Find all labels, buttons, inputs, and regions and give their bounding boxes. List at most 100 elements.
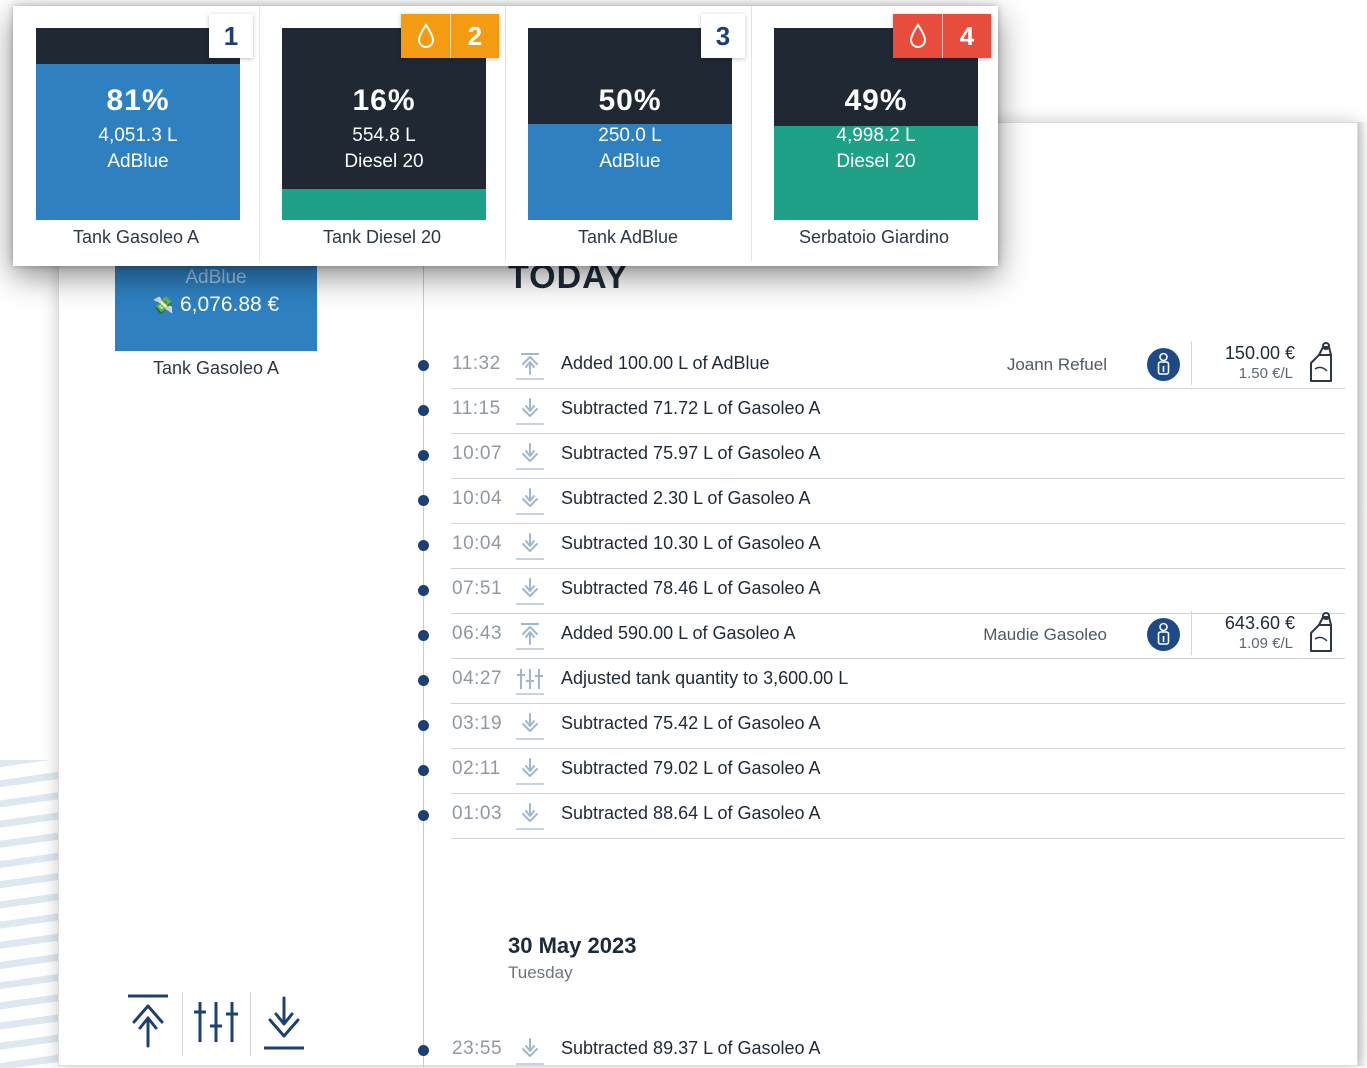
- tank-alert-badge: 2: [401, 14, 499, 58]
- money-icon: 💸: [152, 296, 174, 315]
- timeline-dot: [418, 1045, 429, 1056]
- entry-divider-line: [451, 658, 1345, 659]
- tank-card[interactable]: 81% 4,051.3 L AdBlue Tank Gasoleo A 1: [13, 6, 259, 266]
- tank-name: Tank Diesel 20: [322, 227, 442, 247]
- subtract-icon: [516, 485, 544, 515]
- user-icon[interactable]: [1147, 618, 1180, 651]
- tank-number-badge: 3: [701, 14, 745, 58]
- entry-divider: [1191, 341, 1192, 385]
- timeline-dot: [418, 675, 429, 686]
- tank-volume: 4,998.2 L: [836, 125, 916, 146]
- entry-divider-line: [451, 433, 1345, 434]
- tank-number: 1: [223, 21, 239, 51]
- tank-number: 4: [959, 21, 975, 51]
- adjust-button[interactable]: [192, 992, 240, 1059]
- card-divider: [505, 6, 506, 261]
- toolbar-divider: [182, 992, 183, 1056]
- entry-description: Added 590.00 L of Gasoleo A: [561, 623, 796, 643]
- tank-number: 3: [715, 21, 731, 51]
- tank-fuel: Diesel 20: [344, 151, 424, 172]
- timeline-entry[interactable]: 10:04 Subtracted 10.30 L of Gasoleo A: [415, 525, 1345, 569]
- entry-time: 01:03: [452, 803, 503, 824]
- entry-divider-line: [451, 748, 1345, 749]
- add-icon: [516, 620, 544, 650]
- timeline-dot: [418, 495, 429, 506]
- tank-number-badge: 1: [209, 14, 253, 58]
- entry-time: 07:51: [452, 578, 503, 599]
- entry-description: Subtracted 88.64 L of Gasoleo A: [561, 803, 821, 823]
- entry-description: Subtracted 71.72 L of Gasoleo A: [561, 398, 821, 418]
- entry-time: 10:04: [452, 488, 503, 509]
- entry-divider-line: [451, 838, 1345, 839]
- add-button[interactable]: [126, 992, 170, 1059]
- timeline-entry[interactable]: 03:19 Subtracted 75.42 L of Gasoleo A: [415, 705, 1345, 749]
- entry-divider: [1191, 611, 1192, 655]
- entry-time: 11:15: [452, 398, 501, 419]
- tank-percent: 50%: [598, 84, 662, 117]
- selected-tank-value-text: 6,076.88 €: [179, 293, 280, 316]
- timeline-dot: [418, 585, 429, 596]
- entry-description: Subtracted 78.46 L of Gasoleo A: [561, 578, 821, 598]
- card-divider: [259, 6, 260, 261]
- entry-time: 10:04: [452, 533, 503, 554]
- tank-card[interactable]: 16% 554.8 L Diesel 20 Tank Diesel 20 2: [259, 6, 505, 266]
- selected-tank-value: 💸 6,076.88 €: [115, 293, 317, 317]
- tank-name: Tank Gasoleo A: [72, 227, 200, 247]
- tank-card[interactable]: 50% 250.0 L AdBlue Tank AdBlue 3: [505, 6, 751, 266]
- tank-percent: 81%: [106, 84, 170, 117]
- entry-price: 643.60 €: [1224, 613, 1295, 633]
- tank-fuel: Diesel 20: [836, 151, 916, 172]
- timeline-entry[interactable]: 23:55 Subtracted 89.37 L of Gasoleo A: [415, 1030, 1345, 1068]
- tank-fuel: AdBlue: [107, 151, 169, 172]
- subtract-icon: [516, 755, 544, 785]
- subtract-icon: [516, 575, 544, 605]
- timeline-dot: [418, 405, 429, 416]
- entry-time: 03:19: [452, 713, 503, 734]
- timeline-entry[interactable]: 02:11 Subtracted 79.02 L of Gasoleo A: [415, 750, 1345, 794]
- fuel-pump-icon: [1305, 341, 1337, 388]
- subtract-icon: [516, 395, 544, 425]
- user-icon[interactable]: [1147, 348, 1180, 381]
- timeline-entry[interactable]: 01:03 Subtracted 88.64 L of Gasoleo A: [415, 795, 1345, 839]
- tank-fuel: AdBlue: [599, 151, 661, 172]
- entry-user: Joann Refuel: [1006, 355, 1107, 374]
- timeline-dot: [418, 360, 429, 371]
- entry-time: 10:07: [452, 443, 503, 464]
- card-divider: [751, 6, 752, 261]
- action-toolbar: [122, 992, 312, 1058]
- tank-card[interactable]: 49% 4,998.2 L Diesel 20 Serbatoio Giardino 4: [751, 6, 997, 266]
- timeline-entry[interactable]: 10:04 Subtracted 2.30 L of Gasoleo A: [415, 480, 1345, 524]
- timeline-entry[interactable]: 10:07 Subtracted 75.97 L of Gasoleo A: [415, 435, 1345, 479]
- entry-divider-line: [451, 613, 1345, 614]
- selected-tank-gauge[interactable]: AdBlue 💸 6,076.88 €: [115, 258, 317, 351]
- entry-price-per-liter: 1.50 €/L: [1238, 365, 1293, 382]
- tank-percent: 16%: [352, 84, 416, 117]
- subtract-icon: [516, 1035, 544, 1065]
- timeline-entry[interactable]: 04:27 Adjusted tank quantity to 3,600.00 …: [415, 660, 1345, 704]
- timeline-entry[interactable]: 11:32 Added 100.00 L of AdBlue Joann Refue…: [415, 341, 1345, 389]
- timeline-entry[interactable]: 07:51 Subtracted 78.46 L of Gasoleo A: [415, 570, 1345, 614]
- previous-date-heading: 30 May 2023: [508, 933, 637, 958]
- entry-time: 06:43: [452, 623, 503, 644]
- tank-alert-badge: 4: [893, 14, 991, 58]
- entry-divider-line: [451, 478, 1345, 479]
- entry-divider-line: [451, 388, 1345, 389]
- tank-number: 2: [467, 21, 483, 51]
- tank-volume: 250.0 L: [598, 125, 662, 146]
- subtract-button[interactable]: [262, 992, 306, 1059]
- subtract-icon: [516, 710, 544, 740]
- entry-time: 11:32: [452, 353, 501, 374]
- adjust-icon: [516, 665, 544, 695]
- timeline-dot: [418, 720, 429, 731]
- entry-description: Added 100.00 L of AdBlue: [561, 353, 770, 373]
- timeline-dot: [418, 630, 429, 641]
- entry-description: Subtracted 75.97 L of Gasoleo A: [561, 443, 821, 463]
- fuel-drop-icon: [401, 14, 451, 58]
- timeline-entry[interactable]: 11:15 Subtracted 71.72 L of Gasoleo A: [415, 390, 1345, 434]
- subtract-icon: [516, 530, 544, 560]
- timeline-entry[interactable]: 06:43 Added 590.00 L of Gasoleo A Maudie G…: [415, 611, 1345, 659]
- tank-volume: 554.8 L: [352, 125, 416, 146]
- entry-description: Subtracted 79.02 L of Gasoleo A: [561, 758, 821, 778]
- entry-price: 150.00 €: [1224, 343, 1295, 363]
- entry-time: 04:27: [452, 668, 503, 689]
